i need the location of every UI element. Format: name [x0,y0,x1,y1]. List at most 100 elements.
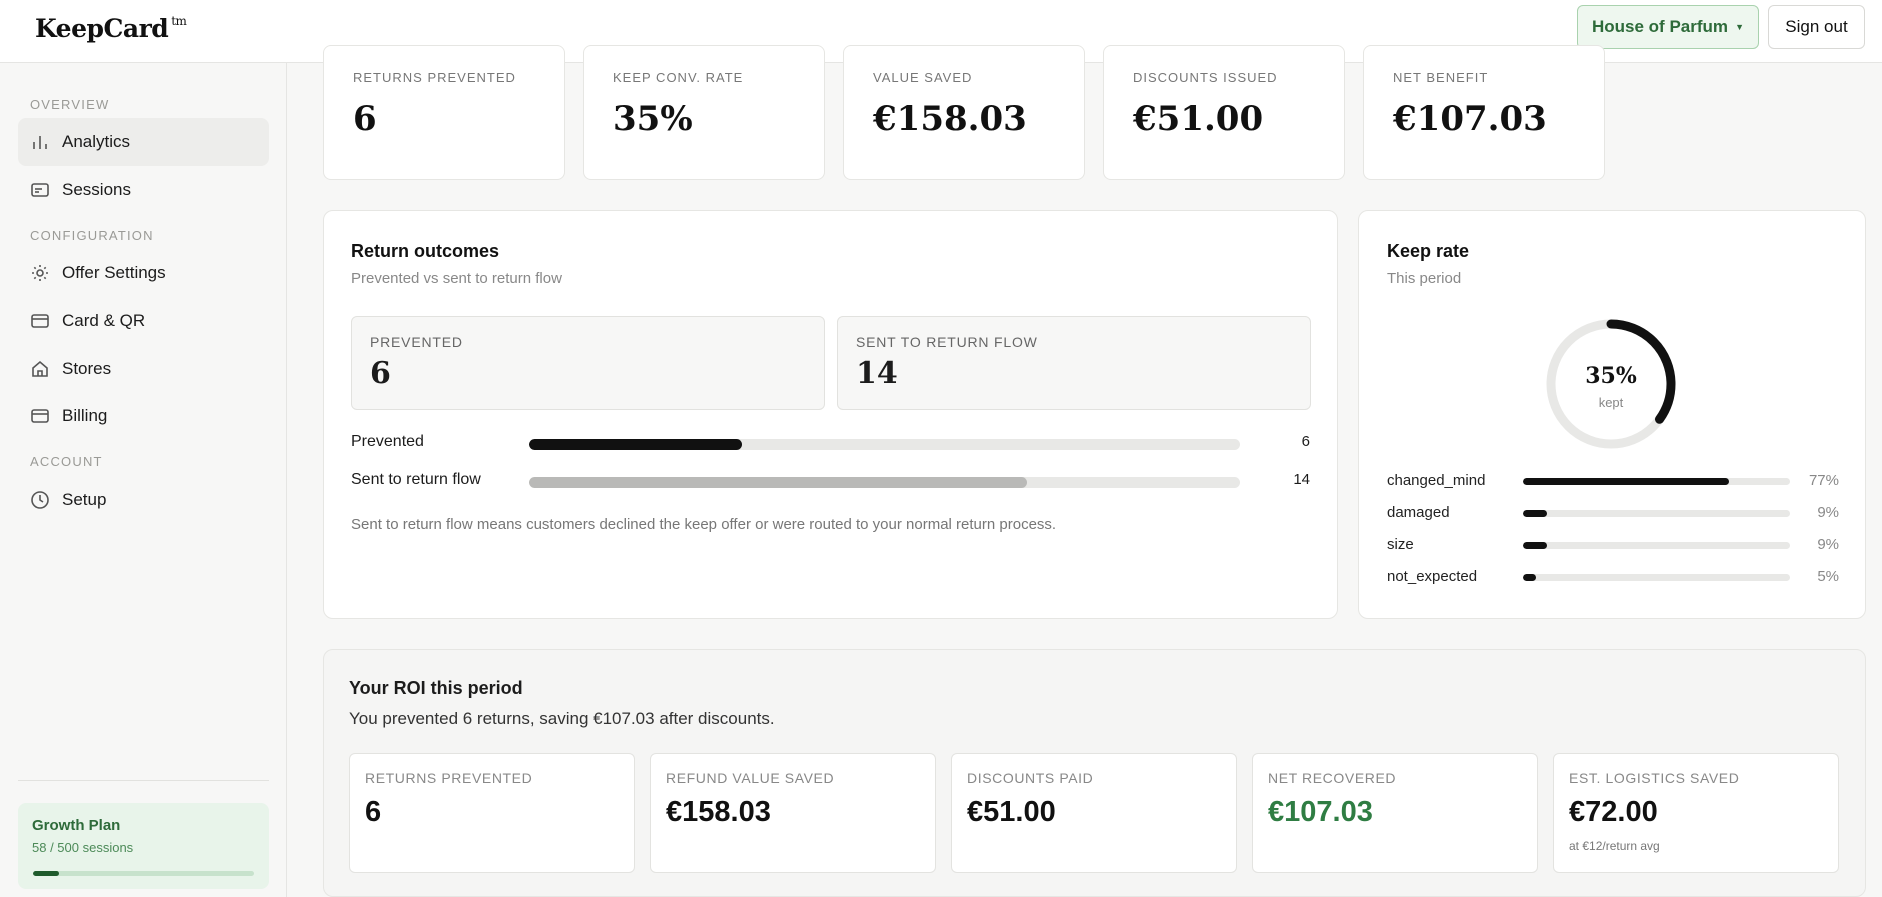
bar-chart-icon [33,136,47,149]
stat-label: NET BENEFIT [1393,70,1489,85]
stat-value: 6 [353,99,377,139]
outcome-bar-value: 6 [1301,433,1310,450]
reason-fill [1523,542,1548,549]
panel-title: Return outcomes [351,241,500,261]
roi-title: Your ROI this period [349,678,523,698]
store-selector[interactable]: House of Parfum ▼ [1577,5,1759,49]
stat-card-value-saved: VALUE SAVED €158.03 [843,45,1085,180]
stat-label: RETURNS PREVENTED [353,70,516,85]
plan-usage-card[interactable]: Growth Plan 58 / 500 sessions [18,803,269,889]
keep-rate-donut: 35% kept [1546,319,1676,449]
roi-label: REFUND VALUE SAVED [666,770,835,786]
brand-trademark: tm [171,14,187,28]
chevron-down-icon: ▼ [1735,22,1744,32]
plan-usage-fill [33,871,59,876]
card-icon [31,183,49,197]
roi-value: 6 [365,796,382,828]
donut-caption: kept [1599,395,1624,410]
roi-label: NET RECOVERED [1268,770,1397,786]
sidebar-item-stores[interactable]: Stores [18,345,269,393]
roi-label: RETURNS PREVENTED [365,770,533,786]
outcome-bar-track [529,477,1240,488]
sidebar-divider [18,780,269,781]
reason-track [1523,574,1790,581]
panel-title: Keep rate [1387,241,1470,261]
reason-track [1523,478,1790,485]
sign-out-button[interactable]: Sign out [1768,5,1865,49]
roi-value: €107.03 [1268,796,1373,828]
sidebar-item-card-qr[interactable]: Card & QR [18,297,269,345]
reason-percent: 77% [1808,472,1839,489]
sent-to-return-flow-box: SENT TO RETURN FLOW 14 [837,316,1311,410]
reason-track [1523,542,1790,549]
reason-fill [1523,574,1537,581]
reason-label: size [1387,536,1414,553]
reason-label: damaged [1387,504,1450,521]
sidebar-item-label: Setup [62,490,107,509]
sidebar-section-configuration: CONFIGURATION [30,228,154,243]
stat-label: VALUE SAVED [873,70,973,85]
prevented-box: PREVENTED 6 [351,316,825,410]
return-outcomes-panel: Return outcomes Prevented vs sent to ret… [323,210,1338,619]
split-value: 14 [856,356,898,391]
sidebar-item-label: Billing [62,406,108,425]
roi-label: DISCOUNTS PAID [967,770,1094,786]
roi-card-net-recovered: NET RECOVERED €107.03 [1252,753,1538,873]
outcome-bar-label: Sent to return flow [351,471,481,488]
reason-row-changed-mind: changed_mind 77% [1387,472,1839,492]
sidebar-item-label: Offer Settings [62,263,166,282]
split-label: SENT TO RETURN FLOW [856,334,1038,350]
stat-label: DISCOUNTS ISSUED [1133,70,1278,85]
store-selector-label: House of Parfum [1592,17,1729,36]
stat-card-returns-prevented: RETURNS PREVENTED 6 [323,45,565,180]
reason-percent: 5% [1817,568,1839,585]
outcome-bar-fill [529,439,743,450]
reason-percent: 9% [1817,504,1839,521]
roi-section: Your ROI this period You prevented 6 ret… [323,649,1866,897]
reason-row-not-expected: not_expected 5% [1387,568,1839,588]
reason-track [1523,510,1790,517]
outcome-bar-label: Prevented [351,433,424,450]
sidebar-item-offer-settings[interactable]: Offer Settings [18,249,269,297]
sidebar-item-label: Stores [62,359,112,378]
sidebar-item-sessions[interactable]: Sessions [18,166,269,214]
stat-card-net-benefit: NET BENEFIT €107.03 [1363,45,1605,180]
stat-card-keep-conv-rate: KEEP CONV. RATE 35% [583,45,825,180]
split-value: 6 [370,356,391,391]
stat-value: €51.00 [1133,99,1264,139]
plan-name: Growth Plan [32,817,121,834]
sidebar-item-billing[interactable]: Billing [18,392,269,440]
sidebar-item-analytics[interactable]: Analytics [18,118,269,166]
roi-value: €51.00 [967,796,1056,828]
outcome-bar-track [529,439,1240,450]
stat-card-discounts-issued: DISCOUNTS ISSUED €51.00 [1103,45,1345,180]
billing-card-icon [31,409,49,423]
donut-percent: 35% [1585,363,1637,389]
sidebar-item-setup[interactable]: Setup [18,476,269,524]
brand-logo[interactable]: KeepCard tm [35,14,187,43]
outcome-bar-sent: Sent to return flow 14 [351,471,1310,491]
credit-card-icon [31,314,49,328]
roi-label: EST. LOGISTICS SAVED [1569,770,1740,786]
outcome-bar-value: 14 [1293,471,1310,488]
roi-footnote: at €12/return avg [1569,839,1660,853]
outcome-bar-prevented: Prevented 6 [351,433,1310,453]
gear-icon [32,265,48,281]
roi-card-returns-prevented: RETURNS PREVENTED 6 [349,753,635,873]
sidebar-item-label: Card & QR [62,311,146,330]
stat-value: €107.03 [1393,99,1547,139]
plan-usage-bar [33,871,254,876]
roi-value: €158.03 [666,796,771,828]
reason-row-size: size 9% [1387,536,1839,556]
roi-subtitle: You prevented 6 returns, saving €107.03 … [349,709,775,728]
reason-row-damaged: damaged 9% [1387,504,1839,524]
reason-percent: 9% [1817,536,1839,553]
outcome-bar-fill [529,477,1027,488]
sidebar-item-label: Analytics [62,132,131,151]
reason-label: not_expected [1387,568,1478,585]
stat-value: €158.03 [873,99,1027,139]
sidebar-section-overview: OVERVIEW [30,97,110,112]
sidebar-item-label: Sessions [62,180,131,199]
split-label: PREVENTED [370,334,463,350]
home-icon [32,360,48,377]
